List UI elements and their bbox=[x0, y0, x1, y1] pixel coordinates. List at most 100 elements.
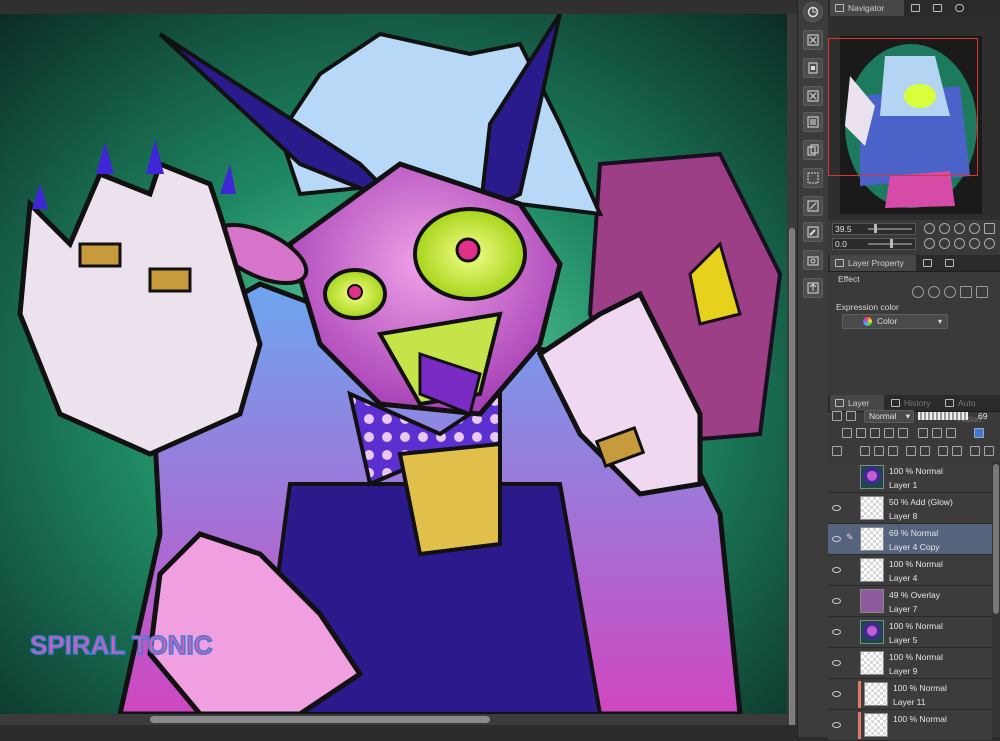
tab-auto-action[interactable]: Auto Action bbox=[940, 395, 1000, 424]
effect-more-icon[interactable] bbox=[976, 286, 988, 298]
pen-edit-icon[interactable]: ✎ bbox=[846, 532, 854, 542]
canvas-vertical-scrollbar[interactable] bbox=[787, 14, 797, 728]
edit-icon[interactable] bbox=[803, 222, 823, 242]
palette-icon[interactable] bbox=[946, 428, 956, 438]
expression-color-select[interactable]: Color ▾ bbox=[842, 314, 948, 329]
lock-icon[interactable] bbox=[884, 428, 894, 438]
rotate-right-icon[interactable] bbox=[939, 238, 950, 249]
zoom-slider-knob[interactable] bbox=[874, 224, 877, 233]
vscroll-thumb[interactable] bbox=[789, 228, 795, 728]
visibility-eye-icon[interactable] bbox=[832, 536, 841, 542]
canvas-fit-icon[interactable] bbox=[803, 2, 823, 22]
visibility-eye-icon[interactable] bbox=[832, 722, 841, 728]
reference-layer-icon[interactable] bbox=[856, 428, 866, 438]
artwork-canvas[interactable]: SPIRAL TONIC bbox=[0, 14, 787, 714]
tab-layer[interactable]: Layer bbox=[830, 395, 884, 411]
zoom-in-icon[interactable] bbox=[939, 223, 950, 234]
effect-tone-icon[interactable] bbox=[944, 286, 956, 298]
camera-icon[interactable] bbox=[803, 250, 823, 270]
trash-icon[interactable] bbox=[970, 446, 980, 456]
lock-transparency-icon[interactable] bbox=[898, 428, 908, 438]
zoom-100-icon[interactable] bbox=[954, 223, 965, 234]
flip-horizontal-icon[interactable] bbox=[969, 238, 980, 249]
tab-subview[interactable] bbox=[906, 0, 924, 16]
layer-row[interactable]: 100 % Normal Layer 5 bbox=[828, 617, 992, 648]
ruler-icon[interactable] bbox=[932, 428, 942, 438]
visibility-eye-icon[interactable] bbox=[832, 598, 841, 604]
transform-icon[interactable] bbox=[803, 196, 823, 216]
layer-row[interactable]: 50 % Add (Glow) Layer 8 bbox=[828, 493, 992, 524]
tab-layer-extra[interactable] bbox=[940, 255, 958, 271]
tab-layer-property[interactable]: Layer Property bbox=[830, 255, 916, 271]
layer-row[interactable]: 100 % Normal bbox=[828, 710, 992, 741]
opacity-value[interactable]: 69 bbox=[978, 411, 987, 421]
layer-row[interactable]: 49 % Overlay Layer 7 bbox=[828, 586, 992, 617]
tab-search-layer[interactable] bbox=[918, 255, 936, 271]
paste-icon[interactable] bbox=[803, 58, 823, 78]
blend-mode-select[interactable]: Normal ▾ bbox=[864, 410, 914, 423]
visibility-eye-icon[interactable] bbox=[832, 505, 841, 511]
merge-down-icon[interactable] bbox=[920, 446, 930, 456]
new-vector-layer-icon[interactable] bbox=[874, 446, 884, 456]
fit-window-icon[interactable] bbox=[984, 223, 995, 234]
delete-icon[interactable] bbox=[803, 30, 823, 50]
layer-row[interactable]: 100 % Normal Layer 11 bbox=[828, 679, 992, 710]
fit-screen-icon[interactable] bbox=[969, 223, 980, 234]
clip-layer-icon[interactable] bbox=[842, 428, 852, 438]
lock-cell[interactable] bbox=[846, 658, 854, 668]
tab-info[interactable] bbox=[950, 0, 968, 16]
copy-icon[interactable] bbox=[803, 140, 823, 160]
canvas-bottom-strip bbox=[0, 725, 797, 737]
fill-icon[interactable] bbox=[803, 112, 823, 132]
navigator-preview-area[interactable] bbox=[828, 16, 1000, 220]
rotate-left-icon[interactable] bbox=[924, 238, 935, 249]
tab-item-bank[interactable] bbox=[928, 0, 946, 16]
lock-cell[interactable] bbox=[846, 503, 854, 513]
layer-color-swatch-icon[interactable] bbox=[974, 428, 984, 438]
layer-row[interactable]: 100 % Normal Layer 1 bbox=[828, 462, 992, 493]
tab-navigator[interactable]: Navigator bbox=[830, 0, 904, 16]
navigator-view-frame[interactable] bbox=[828, 38, 978, 176]
effect-watercolor-icon[interactable] bbox=[928, 286, 940, 298]
mask-icon[interactable] bbox=[918, 428, 928, 438]
transfer-down-icon[interactable] bbox=[906, 446, 916, 456]
mask-apply-icon[interactable] bbox=[952, 446, 962, 456]
reset-rotation-icon[interactable] bbox=[954, 238, 965, 249]
layer-list-scrollbar[interactable] bbox=[992, 462, 1000, 737]
rotation-slider-knob[interactable] bbox=[890, 239, 893, 248]
canvas-horizontal-scrollbar[interactable] bbox=[0, 714, 787, 725]
export-icon[interactable] bbox=[803, 278, 823, 298]
zoom-out-icon[interactable] bbox=[924, 223, 935, 234]
layer-scroll-thumb[interactable] bbox=[993, 464, 999, 614]
clear-icon[interactable] bbox=[803, 86, 823, 106]
select-icon[interactable] bbox=[803, 168, 823, 188]
opacity-slider[interactable] bbox=[918, 412, 968, 420]
visibility-eye-icon[interactable] bbox=[832, 629, 841, 635]
flip-vertical-icon[interactable] bbox=[984, 238, 995, 249]
canvas-area[interactable]: SPIRAL TONIC bbox=[0, 0, 797, 737]
visibility-eye-icon[interactable] bbox=[832, 660, 841, 666]
lock-cell[interactable] bbox=[846, 627, 854, 637]
lock-cell[interactable] bbox=[846, 596, 854, 606]
visibility-eye-icon[interactable] bbox=[832, 567, 841, 573]
lock-cell[interactable] bbox=[846, 565, 854, 575]
layer-row[interactable]: 100 % Normal Layer 4 bbox=[828, 555, 992, 586]
layer-mode: 49 % Overlay bbox=[889, 590, 941, 600]
layer-row[interactable]: 100 % Normal Layer 9 bbox=[828, 648, 992, 679]
draft-layer-icon[interactable] bbox=[870, 428, 880, 438]
layer-row-selected[interactable]: ✎ 69 % Normal Layer 4 Copy bbox=[828, 524, 992, 555]
new-raster-layer-icon[interactable] bbox=[860, 446, 870, 456]
hscroll-thumb[interactable] bbox=[150, 716, 490, 723]
layer-color-icon[interactable] bbox=[832, 411, 842, 421]
tab-history[interactable]: History bbox=[886, 395, 938, 411]
delete-layer-icon[interactable] bbox=[984, 446, 994, 456]
effect-layer-color-icon[interactable] bbox=[960, 286, 972, 298]
visibility-eye-icon[interactable] bbox=[832, 691, 841, 697]
effect-border-icon[interactable] bbox=[912, 286, 924, 298]
visibility-eye-icon[interactable] bbox=[832, 474, 841, 480]
new-folder-icon[interactable] bbox=[888, 446, 898, 456]
lock-cell[interactable] bbox=[846, 472, 854, 482]
chevron-down-icon[interactable] bbox=[846, 411, 856, 421]
layer-menu-icon[interactable] bbox=[832, 446, 842, 456]
mask-add-icon[interactable] bbox=[938, 446, 948, 456]
